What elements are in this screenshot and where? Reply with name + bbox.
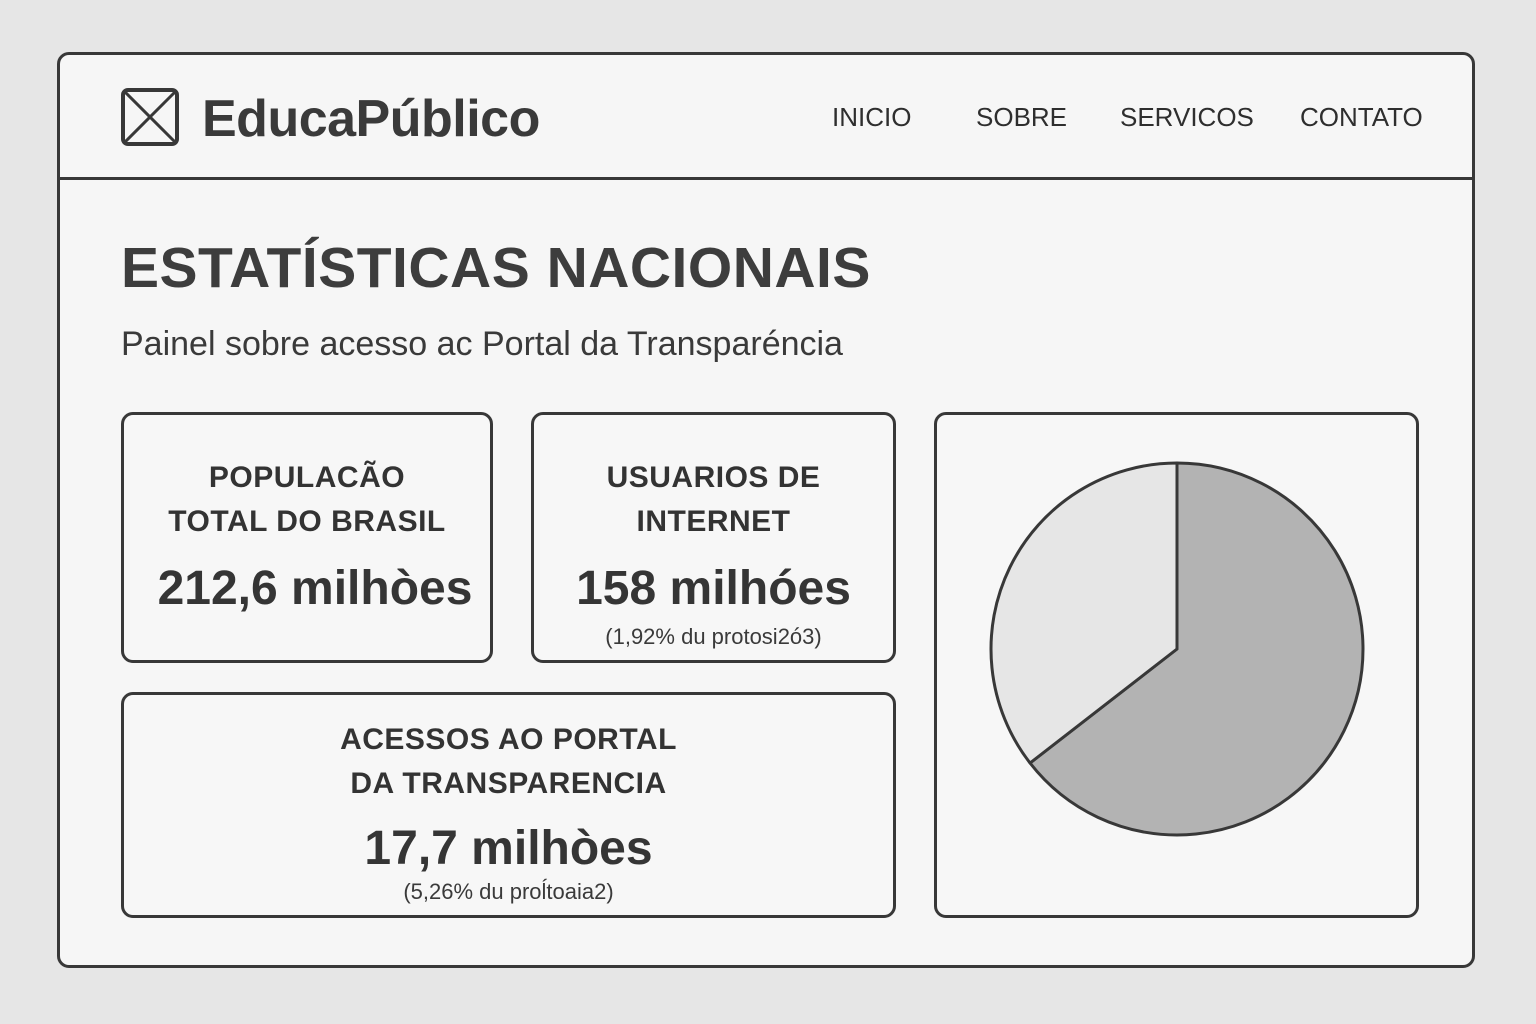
- nav-link-servicos[interactable]: SERVICOS: [1120, 101, 1254, 133]
- portal-access-note: (5,26% du proĺtoaia2): [403, 879, 614, 904]
- internet-users-label-line1: USUARIOS DE: [606, 461, 821, 494]
- pie-chart-card: [934, 412, 1419, 918]
- page-title: ESTATÍSTICAS NACIONAIS: [121, 236, 871, 300]
- portal-access-label-line1: ACESSOS AO PORTAL: [340, 723, 677, 756]
- population-label-line2: TOTAL DO BRASIL: [168, 505, 446, 538]
- population-label-line1: POPULACÃO: [208, 461, 406, 494]
- browser-window: EducaPúblico INICIO SOBRE SERVICOS CONTA…: [57, 52, 1475, 968]
- pie-chart: [989, 461, 1365, 837]
- portal-access-label: ACESSOS AO PORTAL DA TRANSPARENCIA: [124, 718, 893, 806]
- nav-link-sobre[interactable]: SOBRE: [976, 101, 1067, 133]
- internet-users-card: USUARIOS DE INTERNET 158 milhóes (1,92% …: [531, 412, 896, 663]
- page-subtitle: Painel sobre acesso ac Portal da Transpa…: [121, 325, 843, 363]
- internet-users-note: (1,92% du protosi2ó3): [605, 624, 822, 649]
- nav-link-inicio[interactable]: INICIO: [832, 101, 911, 133]
- population-card: POPULACÃO TOTAL DO BRASIL 212,6 milhòes: [121, 412, 493, 663]
- internet-users-label: USUARIOS DE INTERNET: [534, 456, 893, 544]
- population-value: 212,6 milhòes: [157, 562, 473, 615]
- brand-name[interactable]: EducaPúblico: [202, 89, 540, 149]
- portal-access-label-line2: DA TRANSPARENCIA: [350, 767, 667, 800]
- portal-access-value: 17,7 milhòes: [364, 822, 653, 875]
- site-header: EducaPúblico INICIO SOBRE SERVICOS CONTA…: [60, 55, 1472, 180]
- logo-icon[interactable]: [121, 88, 179, 146]
- population-label: POPULACÃO TOTAL DO BRASIL: [124, 456, 490, 544]
- internet-users-value: 158 milhóes: [576, 562, 851, 615]
- portal-access-card: ACESSOS AO PORTAL DA TRANSPARENCIA 17,7 …: [121, 692, 896, 918]
- internet-users-label-line2: INTERNET: [636, 505, 791, 538]
- nav-link-contato[interactable]: CONTATO: [1300, 101, 1423, 133]
